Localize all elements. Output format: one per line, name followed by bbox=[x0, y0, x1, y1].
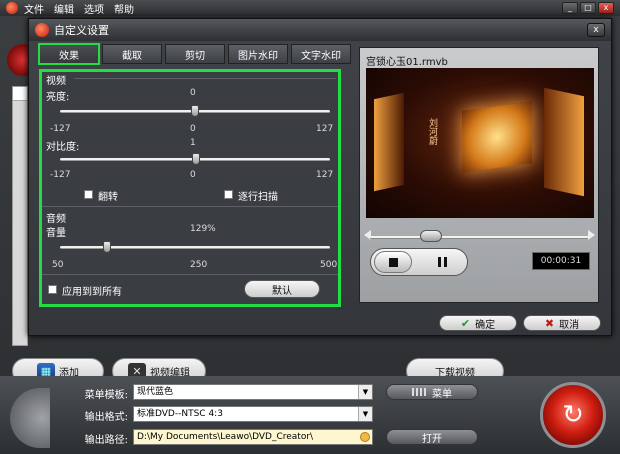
dialog-title: 自定义设置 bbox=[54, 24, 109, 37]
output-format-value: 标准DVD--NTSC 4:3 bbox=[137, 409, 223, 419]
tab-text-watermark[interactable]: 文字水印 bbox=[291, 44, 351, 64]
app-logo-icon bbox=[6, 2, 18, 14]
volume-value: 129% bbox=[190, 224, 216, 234]
scrub-end-icon bbox=[588, 230, 595, 240]
volume-label: 音量 bbox=[46, 228, 66, 239]
video-section-title: 视频 bbox=[46, 76, 66, 87]
progressive-scan-label: 逐行扫描 bbox=[238, 192, 278, 203]
open-folder-button[interactable]: 打开 bbox=[386, 429, 478, 445]
output-format-select[interactable]: 标准DVD--NTSC 4:3 ▼ bbox=[133, 406, 373, 422]
preview-panel: 宫锁心玉01.rmvb 刘河蔚 00:00:31 bbox=[359, 47, 599, 303]
section-divider bbox=[74, 78, 336, 79]
chevron-down-icon[interactable]: ▼ bbox=[358, 407, 372, 421]
timecode-display: 00:00:31 bbox=[532, 252, 590, 270]
brightness-min: -127 bbox=[50, 124, 71, 134]
contrast-min: -127 bbox=[50, 170, 71, 180]
tab-crop[interactable]: 剪切 bbox=[165, 44, 225, 64]
apply-to-all-label: 应用到到所有 bbox=[62, 287, 122, 298]
output-path-value: D:\My Documents\Leawo\DVD_Creator\ bbox=[137, 432, 314, 442]
output-settings-panel: 菜单模板: 现代蓝色 ▼ 菜单 输出格式: 标准DVD--NTSC 4:3 ▼ … bbox=[0, 376, 620, 454]
close-icon: ✖ bbox=[544, 316, 555, 330]
output-path-label: 输出路径: bbox=[84, 435, 128, 446]
chevron-down-icon[interactable]: ▼ bbox=[358, 385, 372, 399]
burn-start-button[interactable]: ↻ bbox=[540, 382, 606, 448]
title-list-panel[interactable] bbox=[12, 86, 28, 346]
volume-mid: 250 bbox=[190, 260, 208, 270]
menu-template-select[interactable]: 现代蓝色 ▼ bbox=[133, 384, 373, 400]
contrast-slider-thumb[interactable] bbox=[192, 153, 201, 165]
menu-help[interactable]: 帮助 bbox=[114, 1, 134, 16]
video-frame-left bbox=[374, 92, 404, 192]
video-caption: 刘河蔚 bbox=[427, 118, 437, 145]
dialog-titlebar[interactable]: 自定义设置 x bbox=[29, 19, 611, 41]
contrast-mid: 0 bbox=[190, 170, 196, 180]
video-frame-center bbox=[462, 101, 532, 173]
ok-button[interactable]: ✔ 确定 bbox=[439, 315, 517, 331]
seek-thumb[interactable] bbox=[419, 230, 442, 242]
open-button-label: 打开 bbox=[422, 433, 442, 445]
playback-controls bbox=[370, 248, 468, 276]
app-menubar: 文件 编辑 选项 帮助 _ □ x bbox=[0, 0, 620, 16]
video-frame-right bbox=[544, 87, 584, 197]
apply-to-all-checkbox[interactable] bbox=[48, 285, 57, 294]
app-logo-icon bbox=[35, 23, 49, 37]
flip-label: 翻转 bbox=[98, 192, 118, 203]
tab-image-watermark[interactable]: 图片水印 bbox=[228, 44, 288, 64]
window-controls: _ □ x bbox=[562, 2, 614, 14]
contrast-label: 对比度: bbox=[46, 142, 80, 153]
output-path-field[interactable]: D:\My Documents\Leawo\DVD_Creator\ bbox=[133, 429, 373, 445]
tab-trim[interactable]: 截取 bbox=[102, 44, 162, 64]
menu-template-value: 现代蓝色 bbox=[137, 387, 174, 397]
close-app-button[interactable]: x bbox=[598, 2, 614, 14]
minimize-button[interactable]: _ bbox=[562, 2, 578, 14]
preview-filename: 宫锁心玉01.rmvb bbox=[366, 57, 448, 68]
prev-nav-knob[interactable] bbox=[10, 388, 50, 448]
pause-button[interactable] bbox=[423, 251, 461, 273]
effects-panel: 视频 亮度: 0 -127 0 127 对比度: 1 -127 0 127 翻转… bbox=[39, 69, 341, 307]
volume-slider-thumb[interactable] bbox=[103, 241, 112, 253]
grid-icon bbox=[412, 388, 426, 396]
stop-button[interactable] bbox=[374, 251, 412, 273]
brightness-value: 0 bbox=[190, 88, 196, 98]
menu-file[interactable]: 文件 bbox=[24, 1, 44, 16]
video-preview[interactable]: 刘河蔚 bbox=[366, 68, 594, 218]
volume-slider-track[interactable] bbox=[60, 246, 330, 249]
cancel-label: 取消 bbox=[559, 319, 580, 331]
custom-settings-dialog: 自定义设置 x 效果 截取 剪切 图片水印 文字水印 视频 亮度: 0 -127… bbox=[28, 18, 612, 336]
pause-icon bbox=[437, 257, 447, 267]
menu-button-label: 菜单 bbox=[432, 388, 452, 400]
menu-edit[interactable]: 编辑 bbox=[54, 1, 74, 16]
cancel-button[interactable]: ✖ 取消 bbox=[523, 315, 601, 331]
seek-bar[interactable] bbox=[370, 236, 588, 239]
menu-options[interactable]: 选项 bbox=[84, 1, 104, 16]
brightness-max: 127 bbox=[316, 124, 334, 134]
tab-effects[interactable]: 效果 bbox=[38, 43, 100, 65]
output-format-label: 输出格式: bbox=[84, 412, 128, 423]
menu-template-label: 菜单模板: bbox=[84, 390, 128, 401]
ok-label: 确定 bbox=[475, 319, 496, 331]
contrast-max: 127 bbox=[316, 170, 334, 180]
section-divider bbox=[42, 206, 338, 207]
brightness-slider-thumb[interactable] bbox=[191, 105, 199, 117]
maximize-button[interactable]: □ bbox=[580, 2, 596, 14]
brightness-mid: 0 bbox=[190, 124, 196, 134]
settings-tabs: 效果 截取 剪切 图片水印 文字水印 bbox=[38, 43, 351, 65]
audio-section-title: 音频 bbox=[46, 214, 66, 225]
flip-checkbox[interactable] bbox=[84, 190, 93, 199]
folder-icon[interactable] bbox=[360, 432, 370, 442]
section-divider bbox=[42, 274, 338, 275]
contrast-value: 1 bbox=[190, 138, 196, 148]
volume-min: 50 bbox=[52, 260, 64, 270]
stop-icon bbox=[388, 257, 398, 267]
volume-max: 500 bbox=[320, 260, 338, 270]
default-button[interactable]: 默认 bbox=[244, 280, 320, 298]
refresh-arrow-icon: ↻ bbox=[562, 400, 584, 430]
dialog-close-button[interactable]: x bbox=[587, 23, 605, 37]
decorative-orb bbox=[6, 40, 30, 80]
menu-button[interactable]: 菜单 bbox=[386, 384, 478, 400]
progressive-scan-checkbox[interactable] bbox=[224, 190, 233, 199]
title-list-tab[interactable] bbox=[13, 87, 27, 101]
brightness-label: 亮度: bbox=[46, 92, 70, 103]
checkmark-icon: ✔ bbox=[460, 316, 471, 330]
